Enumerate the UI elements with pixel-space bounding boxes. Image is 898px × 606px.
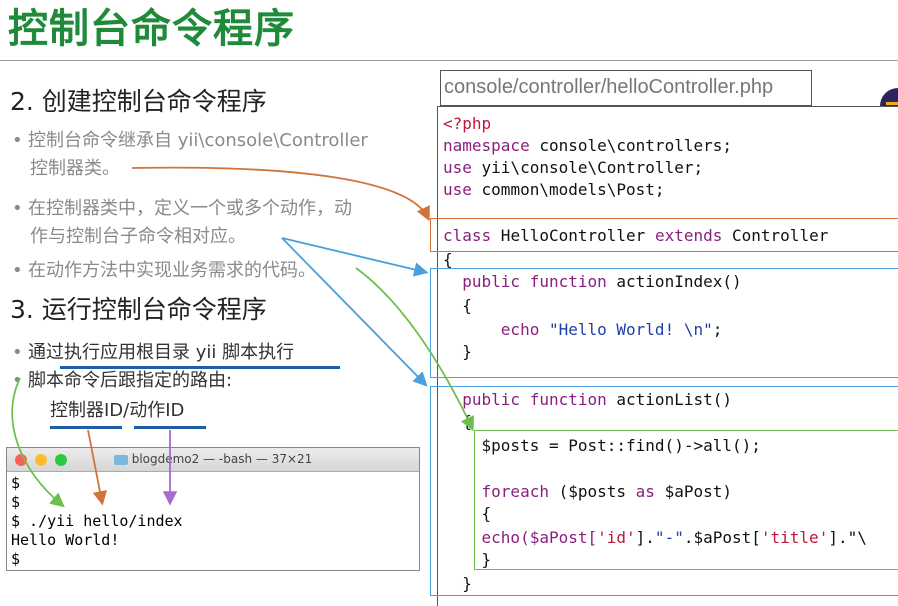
blue-arrow-list: [281, 237, 428, 387]
annotation-arrows: [11, 166, 474, 508]
green-arrow-terminal: [11, 377, 65, 508]
green-arrow-code: [355, 267, 474, 432]
orange-arrow-route: [87, 429, 108, 506]
blue-arrow-index: [281, 237, 429, 277]
orange-arrow: [131, 166, 430, 222]
